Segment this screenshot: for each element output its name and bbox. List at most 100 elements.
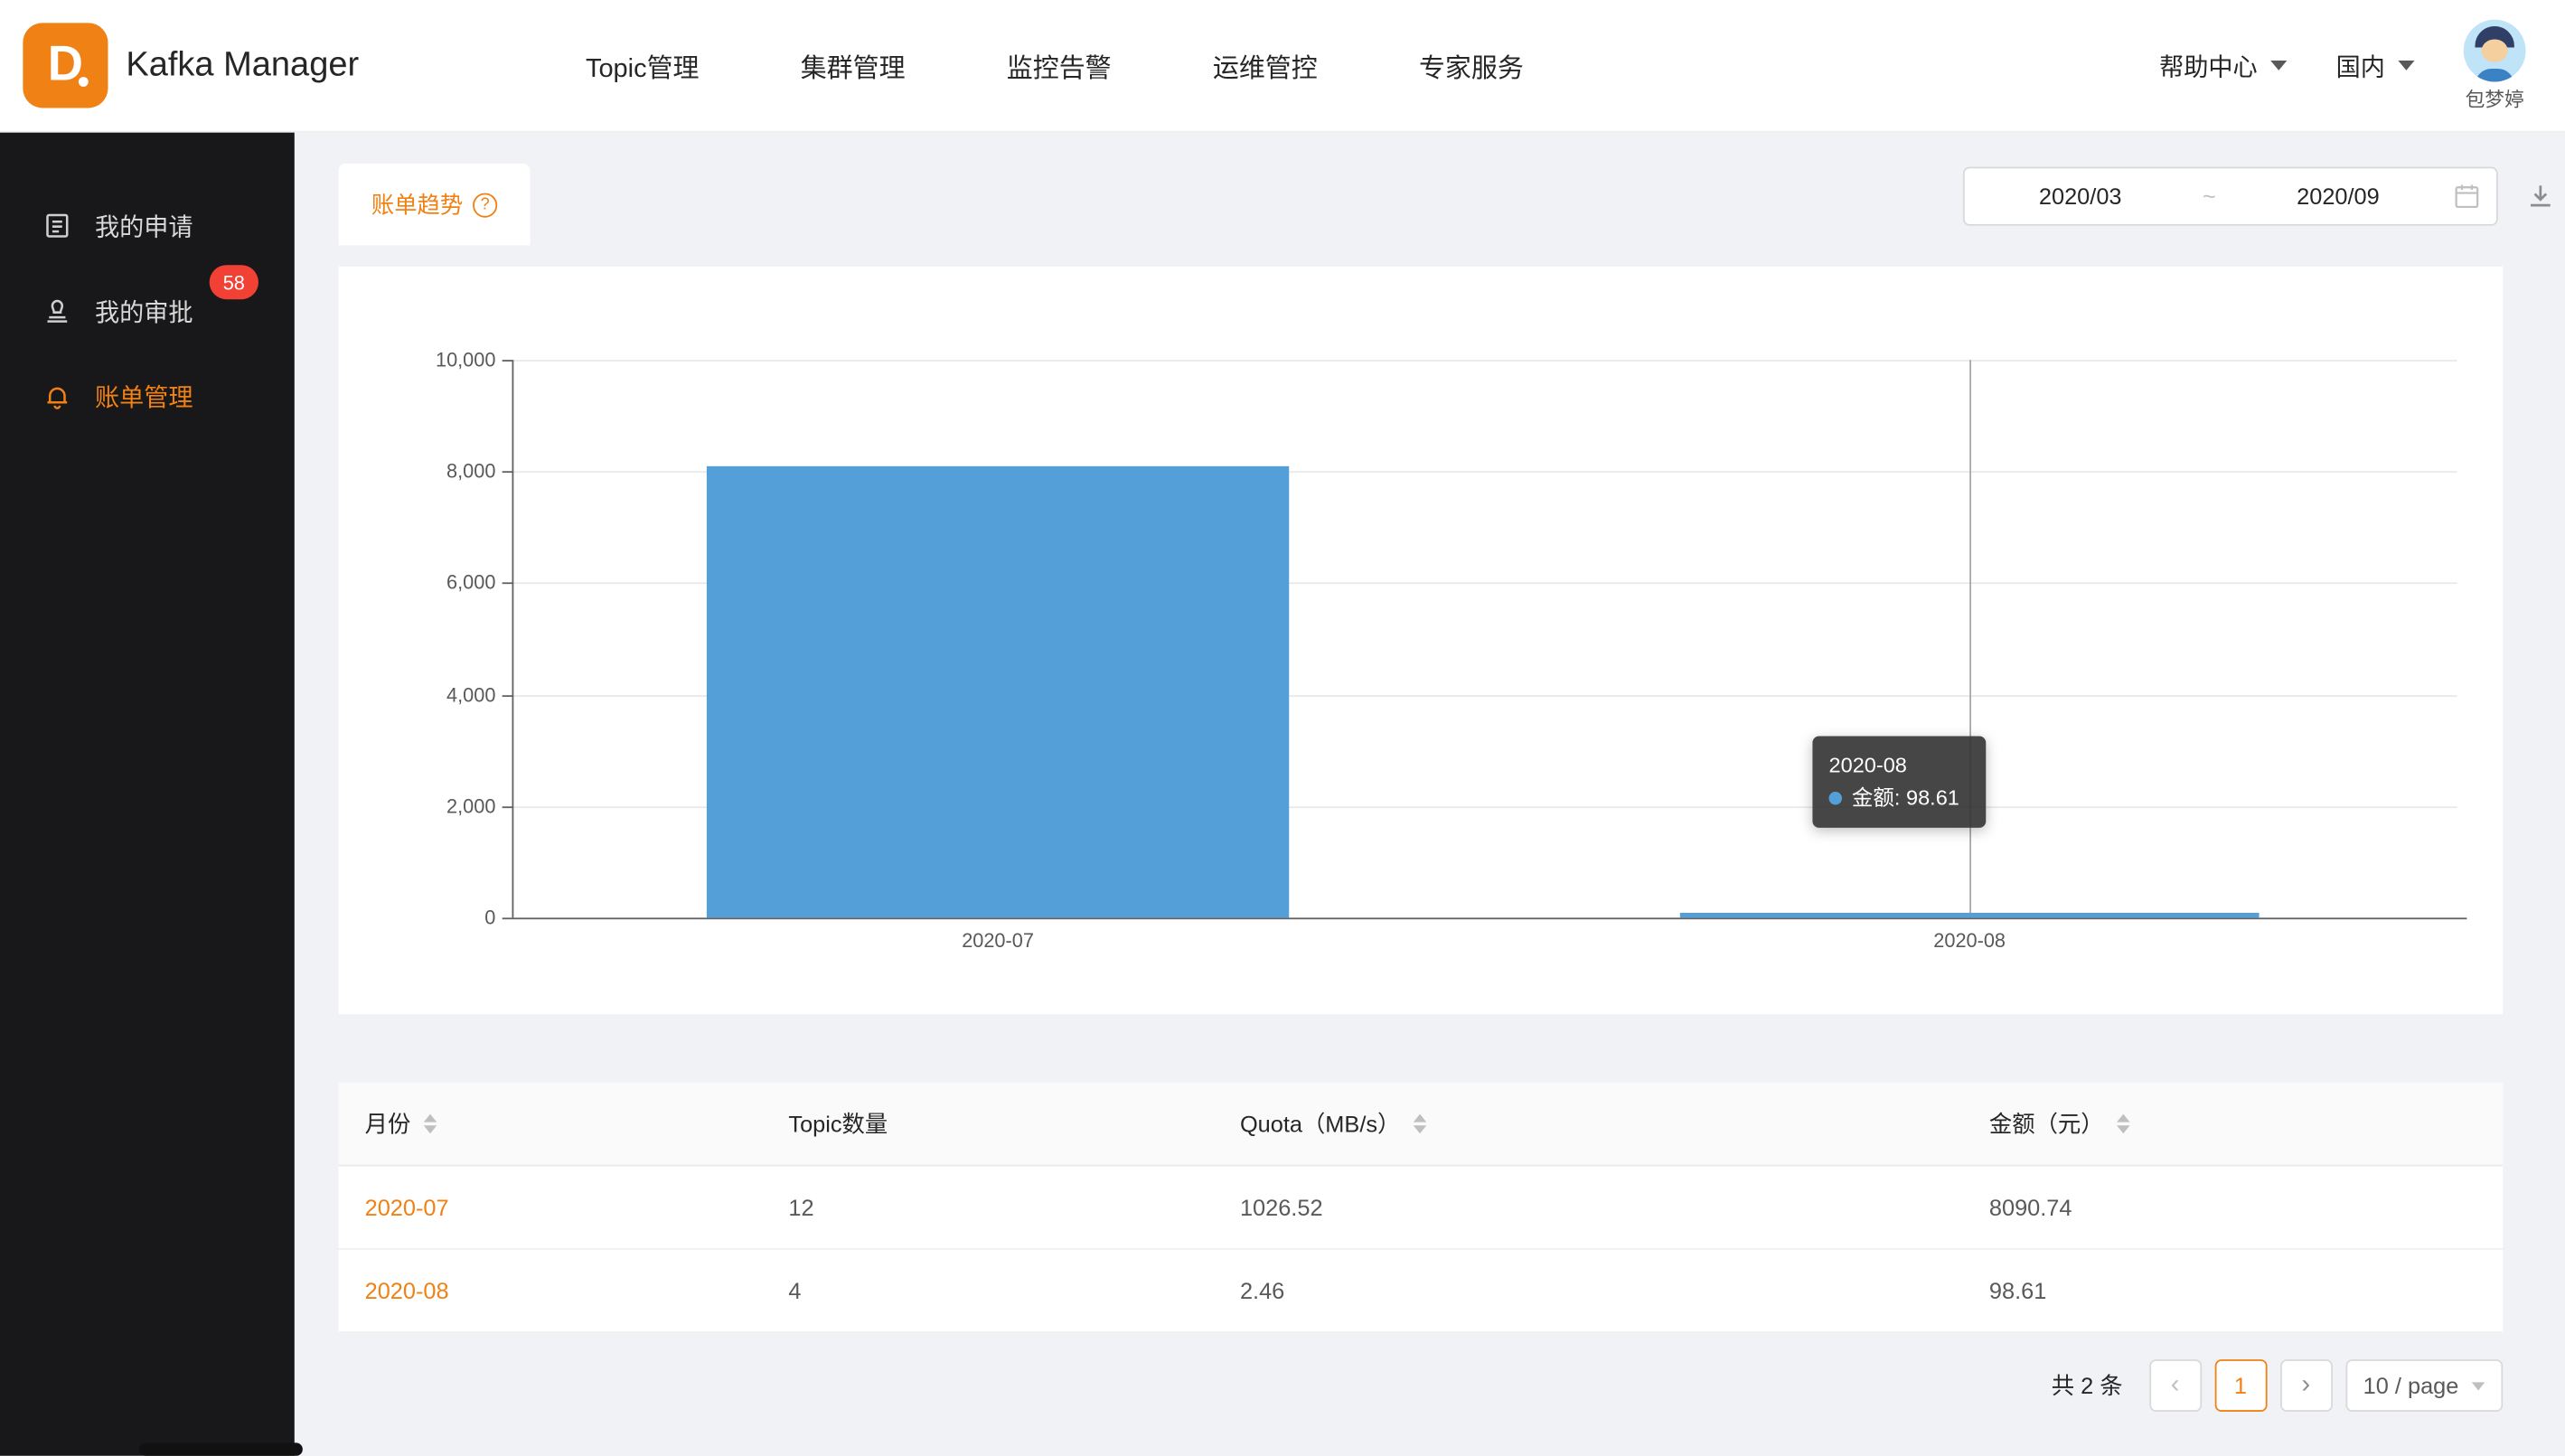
- header-right: 帮助中心 国内 包梦婷: [2159, 0, 2525, 131]
- prev-page-button[interactable]: ‹: [2149, 1359, 2202, 1412]
- tooltip-value: 金额: 98.61: [1852, 782, 1959, 814]
- total-count-text: 共 2 条: [2052, 1369, 2123, 1402]
- bell-icon: [42, 381, 72, 411]
- next-page-button[interactable]: ›: [2279, 1359, 2332, 1412]
- question-circle-icon[interactable]: ?: [473, 193, 497, 217]
- column-label: 金额（元）: [1989, 1107, 2104, 1140]
- x-axis-line: [512, 917, 2467, 919]
- topic-count-cell: 4: [762, 1278, 1214, 1304]
- nav-expert-service[interactable]: 专家服务: [1419, 46, 1524, 85]
- table-row: 2020-08 4 2.46 98.61: [339, 1250, 2504, 1333]
- chevron-down-icon: [2398, 61, 2414, 70]
- nav-cluster-management[interactable]: 集群管理: [801, 46, 906, 85]
- main-content: 账单趋势 ? 2020/03 ~ 2020/09 0 2,000 4,000 6…: [295, 131, 2565, 1456]
- chart-panel: 0 2,000 4,000 6,000 8,000 10,000: [339, 267, 2504, 1014]
- page-size-select[interactable]: 10 / page: [2345, 1359, 2503, 1412]
- tooltip-title: 2020-08: [1829, 749, 1907, 782]
- horizontal-scrollbar-thumb[interactable]: [139, 1442, 303, 1455]
- y-axis-tick: [503, 582, 512, 584]
- quota-cell: 1026.52: [1214, 1194, 1963, 1220]
- date-end-value[interactable]: 2020/09: [2222, 183, 2454, 210]
- column-label: 月份: [365, 1107, 411, 1140]
- user-menu[interactable]: 包梦婷: [2464, 19, 2526, 112]
- nav-monitor-alert[interactable]: 监控告警: [1007, 46, 1112, 85]
- x-tick-label: 2020-08: [1872, 929, 2068, 952]
- sidebar-item-billing-management[interactable]: 账单管理: [0, 353, 295, 438]
- billing-table: 月份 Topic数量 Quota（MB/s） 金额（元） 2020-07 12: [339, 1083, 2504, 1333]
- calendar-icon: [2454, 183, 2480, 210]
- logo-letter: D: [48, 38, 83, 94]
- grid-line: [512, 360, 2457, 362]
- avatar: [2464, 19, 2526, 81]
- user-name: 包梦婷: [2466, 84, 2524, 112]
- y-tick-label: 10,000: [339, 347, 496, 373]
- sort-carets-icon[interactable]: [1414, 1114, 1426, 1134]
- topic-count-cell: 12: [762, 1194, 1214, 1220]
- series-dot-icon: [1829, 792, 1842, 804]
- column-amount: 金额（元）: [1963, 1107, 2503, 1140]
- app-logo[interactable]: D: [23, 23, 108, 108]
- tab-bill-trend[interactable]: 账单趋势 ?: [339, 164, 531, 245]
- avatar-torso: [2475, 68, 2513, 80]
- y-tick-label: 4,000: [339, 682, 496, 709]
- y-tick-label: 2,000: [339, 794, 496, 820]
- y-axis-line: [512, 360, 514, 917]
- y-tick-label: 6,000: [339, 569, 496, 596]
- region-menu[interactable]: 国内: [2336, 48, 2415, 82]
- y-axis-tick: [503, 917, 512, 919]
- quota-cell: 2.46: [1214, 1278, 1963, 1304]
- column-quota: Quota（MB/s）: [1214, 1107, 1963, 1140]
- x-tick-label: 2020-07: [899, 929, 1095, 952]
- tab-bill-trend-label: 账单趋势: [371, 188, 463, 221]
- month-link[interactable]: 2020-08: [365, 1278, 449, 1304]
- y-tick-label: 8,000: [339, 458, 496, 484]
- column-label: Quota（MB/s）: [1240, 1107, 1400, 1140]
- chart-tooltip: 2020-08 金额: 98.61: [1812, 736, 1986, 827]
- avatar-face: [2482, 39, 2508, 61]
- crosshair-line: [1969, 360, 1971, 917]
- nav-ops-control[interactable]: 运维管控: [1213, 46, 1318, 85]
- app-root: D Kafka Manager Topic管理 集群管理 监控告警 运维管控 专…: [0, 0, 2565, 1456]
- help-center-label: 帮助中心: [2159, 48, 2258, 82]
- amount-cell: 98.61: [1963, 1278, 2503, 1304]
- y-axis-tick: [503, 695, 512, 697]
- sidebar-item-label: 账单管理: [95, 379, 193, 413]
- sidebar: 我的申请 我的审批 58 账单管理: [0, 131, 295, 1456]
- sort-carets-icon[interactable]: [2117, 1114, 2129, 1134]
- column-topic-count: Topic数量: [762, 1107, 1214, 1140]
- column-month: 月份: [339, 1107, 763, 1140]
- nav-topic-management[interactable]: Topic管理: [586, 46, 700, 85]
- top-header: D Kafka Manager Topic管理 集群管理 监控告警 运维管控 专…: [0, 0, 2565, 133]
- main-nav: Topic管理 集群管理 监控告警 运维管控 专家服务: [586, 0, 1524, 131]
- bar-2020-07[interactable]: [707, 466, 1289, 917]
- region-label: 国内: [2336, 48, 2385, 82]
- sidebar-item-label: 我的审批: [95, 294, 193, 328]
- approvals-count-badge: 58: [210, 265, 258, 299]
- clipboard-icon: [42, 211, 72, 240]
- chevron-down-icon: [2472, 1382, 2485, 1390]
- pagination: 共 2 条 ‹ 1 › 10 / page: [2052, 1357, 2503, 1414]
- page-size-value: 10 / page: [2363, 1373, 2459, 1399]
- page-1-button[interactable]: 1: [2214, 1359, 2267, 1412]
- column-label: Topic数量: [788, 1107, 888, 1140]
- download-icon[interactable]: [2524, 180, 2557, 212]
- chevron-down-icon: [2270, 61, 2287, 70]
- y-tick-label: 0: [339, 905, 496, 931]
- y-axis-tick: [503, 471, 512, 473]
- date-range-picker[interactable]: 2020/03 ~ 2020/09: [1963, 167, 2498, 226]
- help-center-menu[interactable]: 帮助中心: [2159, 48, 2287, 82]
- date-separator: ~: [2196, 183, 2222, 210]
- month-link[interactable]: 2020-07: [365, 1194, 449, 1220]
- logo-dot: [79, 77, 89, 87]
- sidebar-item-my-applications[interactable]: 我的申请: [0, 183, 295, 268]
- date-start-value[interactable]: 2020/03: [1965, 183, 2196, 210]
- amount-cell: 8090.74: [1963, 1194, 2503, 1220]
- stamp-icon: [42, 296, 72, 326]
- sidebar-item-label: 我的申请: [95, 209, 193, 243]
- bar-2020-08[interactable]: [1680, 912, 2260, 917]
- y-axis-tick: [503, 360, 512, 362]
- table-row: 2020-07 12 1026.52 8090.74: [339, 1166, 2504, 1249]
- sort-carets-icon[interactable]: [424, 1114, 437, 1134]
- sidebar-item-my-approvals[interactable]: 我的审批 58: [0, 268, 295, 353]
- app-title: Kafka Manager: [126, 0, 359, 131]
